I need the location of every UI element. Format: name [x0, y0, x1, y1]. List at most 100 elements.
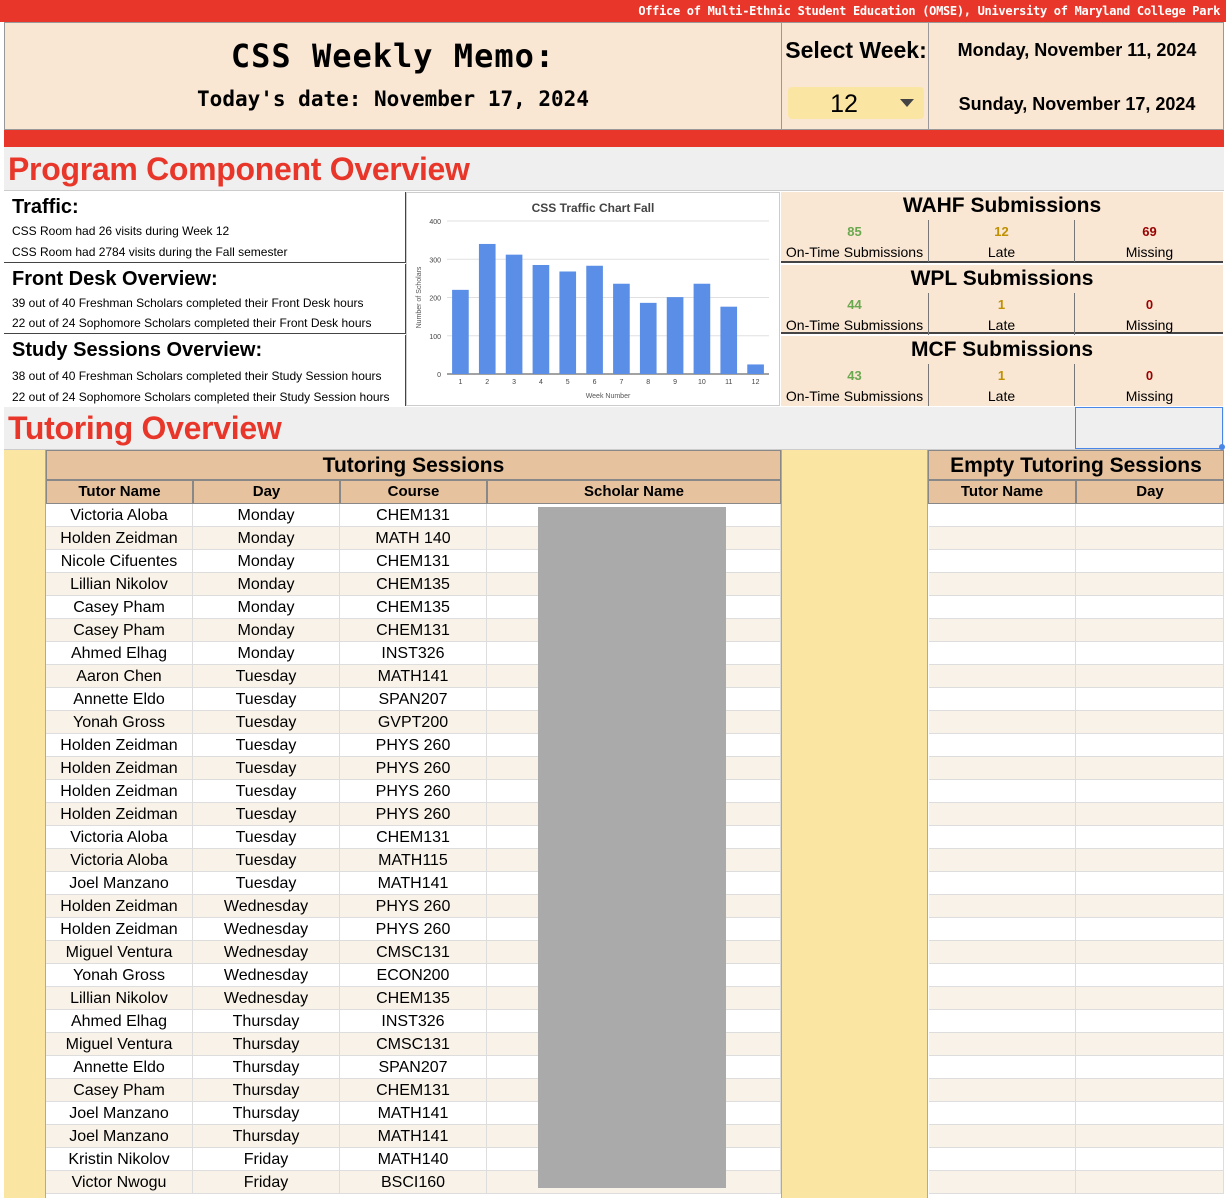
- empty-table-row[interactable]: [929, 573, 1224, 596]
- empty-table-row[interactable]: [929, 1056, 1224, 1079]
- day-cell[interactable]: Monday: [193, 642, 340, 665]
- day-cell[interactable]: Tuesday: [193, 803, 340, 826]
- empty-cell[interactable]: [1076, 1125, 1224, 1148]
- tutor-name-cell[interactable]: Holden Zeidman: [46, 734, 193, 757]
- empty-cell[interactable]: [1076, 1033, 1224, 1056]
- tutor-name-cell[interactable]: Casey Pham: [46, 619, 193, 642]
- empty-table-row[interactable]: [929, 527, 1224, 550]
- empty-table-row[interactable]: [929, 596, 1224, 619]
- tutor-name-cell[interactable]: Victoria Aloba: [46, 826, 193, 849]
- day-cell[interactable]: Friday: [193, 1148, 340, 1171]
- tutor-name-cell[interactable]: Ahmed Elhag: [46, 642, 193, 665]
- empty-cell[interactable]: [929, 872, 1076, 895]
- course-cell[interactable]: MATH141: [340, 1102, 487, 1125]
- day-cell[interactable]: Monday: [193, 550, 340, 573]
- course-cell[interactable]: CHEM135: [340, 573, 487, 596]
- empty-table-row[interactable]: [929, 504, 1224, 527]
- empty-cell[interactable]: [929, 504, 1076, 527]
- tutor-name-cell[interactable]: Miguel Ventura: [46, 941, 193, 964]
- tutor-name-cell[interactable]: Yonah Gross: [46, 711, 193, 734]
- empty-cell[interactable]: [929, 941, 1076, 964]
- empty-cell[interactable]: [929, 895, 1076, 918]
- tutor-name-cell[interactable]: Casey Pham: [46, 596, 193, 619]
- course-cell[interactable]: BSCI160: [340, 1171, 487, 1194]
- course-cell[interactable]: MATH140: [340, 1148, 487, 1171]
- empty-table-row[interactable]: [929, 665, 1224, 688]
- course-cell[interactable]: INST326: [340, 642, 487, 665]
- tutor-name-cell[interactable]: Holden Zeidman: [46, 803, 193, 826]
- empty-cell[interactable]: [1076, 895, 1224, 918]
- empty-table-row[interactable]: [929, 550, 1224, 573]
- tutor-name-cell[interactable]: Joel Manzano: [46, 1102, 193, 1125]
- empty-cell[interactable]: [1076, 711, 1224, 734]
- tutor-name-cell[interactable]: Aaron Chen: [46, 665, 193, 688]
- empty-cell[interactable]: [929, 987, 1076, 1010]
- tutor-name-cell[interactable]: Lillian Nikolov: [46, 573, 193, 596]
- day-cell[interactable]: Wednesday: [193, 941, 340, 964]
- empty-table-row[interactable]: [929, 1102, 1224, 1125]
- day-cell[interactable]: Wednesday: [193, 987, 340, 1010]
- empty-table-row[interactable]: [929, 918, 1224, 941]
- tutor-name-cell[interactable]: Holden Zeidman: [46, 757, 193, 780]
- empty-table-row[interactable]: [929, 688, 1224, 711]
- empty-cell[interactable]: [929, 665, 1076, 688]
- course-cell[interactable]: PHYS 260: [340, 918, 487, 941]
- empty-cell[interactable]: [1076, 642, 1224, 665]
- empty-cell[interactable]: [1076, 941, 1224, 964]
- course-cell[interactable]: MATH141: [340, 1125, 487, 1148]
- day-cell[interactable]: Thursday: [193, 1079, 340, 1102]
- empty-table-row[interactable]: [929, 803, 1224, 826]
- course-cell[interactable]: PHYS 260: [340, 895, 487, 918]
- empty-cell[interactable]: [929, 711, 1076, 734]
- empty-table-row[interactable]: [929, 1079, 1224, 1102]
- day-cell[interactable]: Tuesday: [193, 872, 340, 895]
- day-cell[interactable]: Tuesday: [193, 734, 340, 757]
- empty-cell[interactable]: [1076, 872, 1224, 895]
- course-cell[interactable]: SPAN207: [340, 688, 487, 711]
- empty-cell[interactable]: [929, 1033, 1076, 1056]
- empty-table-row[interactable]: [929, 987, 1224, 1010]
- tutor-name-cell[interactable]: Victoria Aloba: [46, 504, 193, 527]
- empty-cell[interactable]: [929, 826, 1076, 849]
- course-cell[interactable]: CHEM131: [340, 619, 487, 642]
- empty-cell[interactable]: [1076, 1010, 1224, 1033]
- day-cell[interactable]: Friday: [193, 1171, 340, 1194]
- tutor-name-cell[interactable]: Annette Eldo: [46, 1056, 193, 1079]
- tutor-name-cell[interactable]: Nicole Cifuentes: [46, 550, 193, 573]
- course-cell[interactable]: SPAN207: [340, 1056, 487, 1079]
- course-cell[interactable]: CMSC131: [340, 941, 487, 964]
- day-cell[interactable]: Thursday: [193, 1033, 340, 1056]
- empty-table-row[interactable]: [929, 964, 1224, 987]
- empty-cell[interactable]: [1076, 757, 1224, 780]
- course-cell[interactable]: MATH141: [340, 872, 487, 895]
- empty-cell[interactable]: [929, 1102, 1076, 1125]
- tutor-name-cell[interactable]: Victor Nwogu: [46, 1171, 193, 1194]
- empty-cell[interactable]: [929, 527, 1076, 550]
- day-cell[interactable]: Tuesday: [193, 849, 340, 872]
- day-cell[interactable]: Thursday: [193, 1102, 340, 1125]
- empty-cell[interactable]: [929, 734, 1076, 757]
- day-cell[interactable]: Thursday: [193, 1010, 340, 1033]
- empty-cell[interactable]: [1076, 987, 1224, 1010]
- day-cell[interactable]: Tuesday: [193, 711, 340, 734]
- empty-table-row[interactable]: [929, 1033, 1224, 1056]
- empty-cell[interactable]: [929, 1079, 1076, 1102]
- day-cell[interactable]: Monday: [193, 619, 340, 642]
- tutor-name-cell[interactable]: Joel Manzano: [46, 872, 193, 895]
- empty-cell[interactable]: [929, 780, 1076, 803]
- day-cell[interactable]: Tuesday: [193, 688, 340, 711]
- course-cell[interactable]: INST326: [340, 1010, 487, 1033]
- empty-cell[interactable]: [1076, 1171, 1224, 1194]
- tutor-name-cell[interactable]: Holden Zeidman: [46, 918, 193, 941]
- empty-cell[interactable]: [929, 918, 1076, 941]
- tutor-name-cell[interactable]: Casey Pham: [46, 1079, 193, 1102]
- empty-table-row[interactable]: [929, 1010, 1224, 1033]
- empty-table-row[interactable]: [929, 1148, 1224, 1171]
- empty-cell[interactable]: [1076, 734, 1224, 757]
- day-cell[interactable]: Tuesday: [193, 780, 340, 803]
- course-cell[interactable]: PHYS 260: [340, 803, 487, 826]
- empty-table-row[interactable]: [929, 619, 1224, 642]
- day-cell[interactable]: Tuesday: [193, 757, 340, 780]
- empty-table-row[interactable]: [929, 826, 1224, 849]
- empty-table-row[interactable]: [929, 1125, 1224, 1148]
